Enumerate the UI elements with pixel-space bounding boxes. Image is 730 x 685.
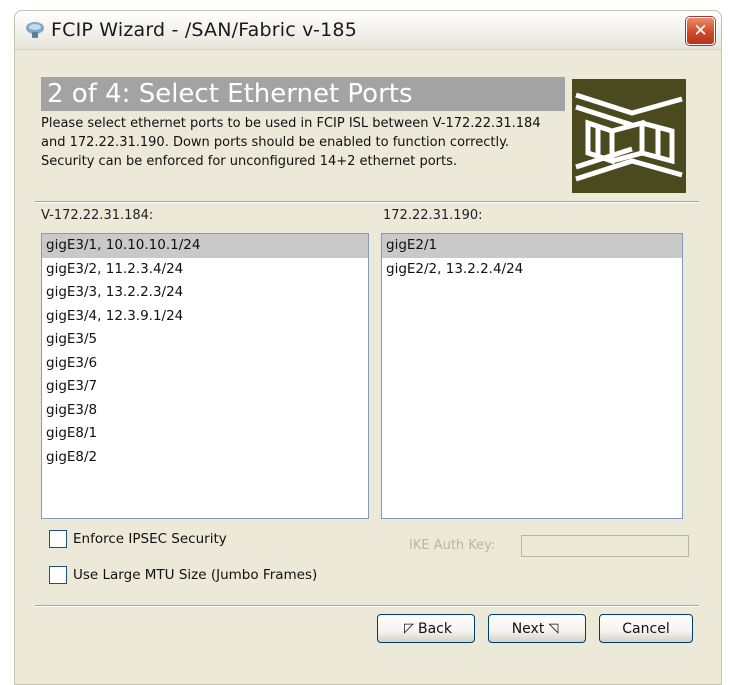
next-button[interactable]: Next ◹ [488, 614, 586, 643]
list-item[interactable]: gigE3/4, 12.3.9.1/24 [42, 305, 368, 329]
ike-auth-key-input[interactable] [521, 535, 689, 557]
app-icon [26, 22, 44, 38]
close-button[interactable]: ✕ [686, 17, 715, 45]
wizard-content: 2 of 4: Select Ethernet Ports Please sel… [21, 51, 715, 684]
list-item[interactable]: gigE2/1 [382, 234, 682, 258]
back-arrow-icon: ◸ [404, 621, 414, 636]
list-item[interactable]: gigE3/3, 13.2.2.3/24 [42, 281, 368, 305]
title-bar[interactable]: FCIP Wizard - /SAN/Fabric v-185 ✕ [15, 11, 721, 50]
large-mtu-checkbox[interactable] [49, 566, 67, 584]
header-separator [35, 201, 699, 203]
back-button[interactable]: ◸ Back [377, 614, 475, 643]
cancel-button[interactable]: Cancel [599, 614, 693, 643]
list-item[interactable]: gigE8/2 [42, 446, 368, 470]
right-port-list[interactable]: gigE2/1 gigE2/2, 13.2.2.4/24 [381, 233, 683, 519]
left-port-list[interactable]: gigE3/1, 10.10.10.1/24 gigE3/2, 11.2.3.4/… [41, 233, 369, 519]
right-list-label: 172.22.31.190: [383, 208, 483, 223]
step-heading: 2 of 4: Select Ethernet Ports [47, 79, 413, 109]
footer-separator [35, 605, 699, 607]
list-item[interactable]: gigE3/7 [42, 375, 368, 399]
list-item[interactable]: gigE3/1, 10.10.10.1/24 [42, 234, 368, 258]
list-item[interactable]: gigE8/1 [42, 422, 368, 446]
left-list-label: V-172.22.31.184: [41, 208, 154, 223]
wizard-logo-icon [572, 79, 686, 193]
step-description: Please select ethernet ports to be used … [41, 116, 541, 169]
enforce-ipsec-option[interactable]: Enforce IPSEC Security [49, 530, 227, 548]
list-item[interactable]: gigE3/6 [42, 352, 368, 376]
list-item[interactable]: gigE3/2, 11.2.3.4/24 [42, 258, 368, 282]
cancel-button-label: Cancel [622, 620, 670, 637]
list-item[interactable]: gigE3/8 [42, 399, 368, 423]
next-arrow-icon: ◹ [548, 621, 559, 636]
window-title: FCIP Wizard - /SAN/Fabric v-185 [51, 19, 357, 41]
list-item[interactable]: gigE2/2, 13.2.2.4/24 [382, 258, 682, 282]
ike-auth-key-label: IKE Auth Key: [409, 538, 496, 553]
step-heading-bar: 2 of 4: Select Ethernet Ports [41, 77, 565, 111]
close-icon: ✕ [693, 20, 708, 41]
large-mtu-option[interactable]: Use Large MTU Size (Jumbo Frames) [49, 566, 317, 584]
wizard-window: FCIP Wizard - /SAN/Fabric v-185 ✕ 2 of 4… [14, 10, 722, 685]
next-button-label: Next [511, 620, 545, 637]
enforce-ipsec-label: Enforce IPSEC Security [73, 531, 227, 547]
large-mtu-label: Use Large MTU Size (Jumbo Frames) [73, 567, 318, 583]
back-button-label: Back [418, 620, 452, 637]
list-item[interactable]: gigE3/5 [42, 328, 368, 352]
enforce-ipsec-checkbox[interactable] [49, 530, 67, 548]
